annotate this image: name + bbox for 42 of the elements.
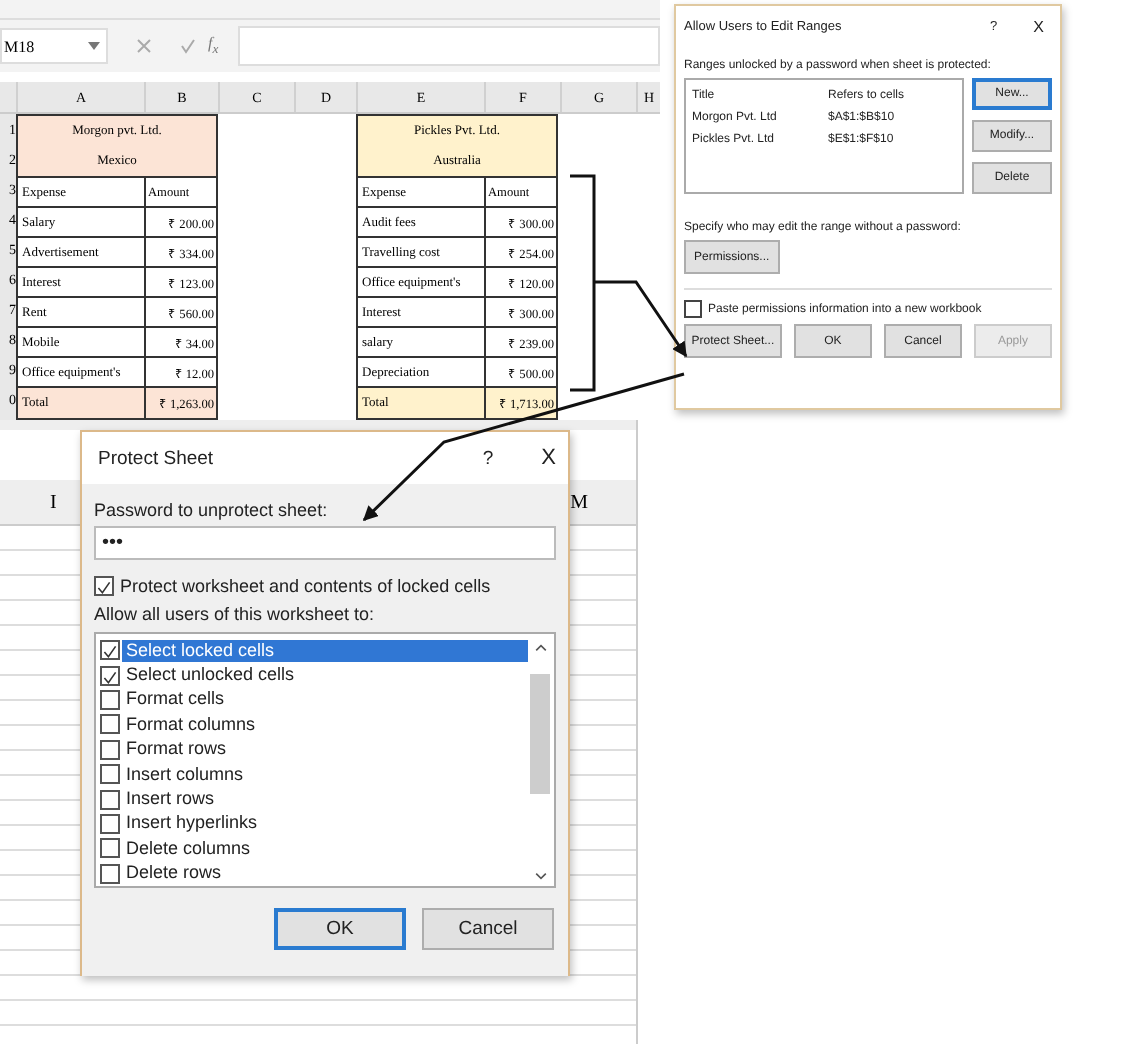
checkbox[interactable] xyxy=(100,665,120,686)
password-field[interactable]: ••• xyxy=(94,526,556,560)
checkbox[interactable] xyxy=(100,640,120,661)
list-item[interactable]: Insert columns xyxy=(122,763,528,786)
column-header[interactable]: I xyxy=(50,491,57,513)
arrow xyxy=(612,280,688,358)
checkbox[interactable] xyxy=(684,300,702,318)
list-item[interactable]: Format cells xyxy=(122,688,528,711)
caret-icon xyxy=(88,42,100,50)
checkbox[interactable] xyxy=(100,764,120,785)
checkbox[interactable] xyxy=(100,789,120,810)
dialog-title: Protect Sheet xyxy=(98,447,214,469)
password-label: Password to unprotect sheet: xyxy=(94,500,330,520)
checkbox[interactable] xyxy=(100,689,120,710)
checkbox-label: Protect worksheet and contents of locked cells xyxy=(120,576,491,596)
column-header[interactable]: M xyxy=(570,491,588,513)
insert-function-button[interactable]: f$_{x}$ xyxy=(208,34,219,58)
list-item[interactable]: Insert hyperlinks xyxy=(122,812,528,835)
scroll-up-icon[interactable] xyxy=(533,644,547,652)
name-box[interactable]: M18 xyxy=(0,28,108,64)
allow-label: Allow all users of this worksheet to: xyxy=(94,604,377,624)
formula-field[interactable] xyxy=(238,26,660,66)
list-item[interactable]: Select locked cells xyxy=(122,639,528,662)
list-item[interactable]: Insert rows xyxy=(122,788,528,811)
close-button[interactable]: X xyxy=(541,446,556,470)
list-item[interactable]: Select unlocked cells xyxy=(122,664,528,687)
help-button[interactable]: ? xyxy=(482,447,494,469)
close-button[interactable]: X xyxy=(1033,17,1044,35)
list-item[interactable]: Format rows xyxy=(122,738,528,761)
checkbox[interactable] xyxy=(100,863,120,884)
check-icon[interactable] xyxy=(180,38,196,54)
checkbox[interactable] xyxy=(100,739,120,760)
dialog-button[interactable]: Cancel xyxy=(422,908,554,950)
scroll-down-icon[interactable] xyxy=(533,872,547,880)
checkbox[interactable] xyxy=(100,838,120,859)
checkbox[interactable] xyxy=(94,576,114,596)
list-item[interactable]: Delete columns xyxy=(122,837,528,860)
checkbox[interactable] xyxy=(100,714,120,735)
dialog-button[interactable]: OK xyxy=(274,908,406,950)
checkbox[interactable] xyxy=(100,813,120,834)
list-item[interactable]: Format columns xyxy=(122,713,528,736)
list-item[interactable]: Delete rows xyxy=(122,862,528,885)
